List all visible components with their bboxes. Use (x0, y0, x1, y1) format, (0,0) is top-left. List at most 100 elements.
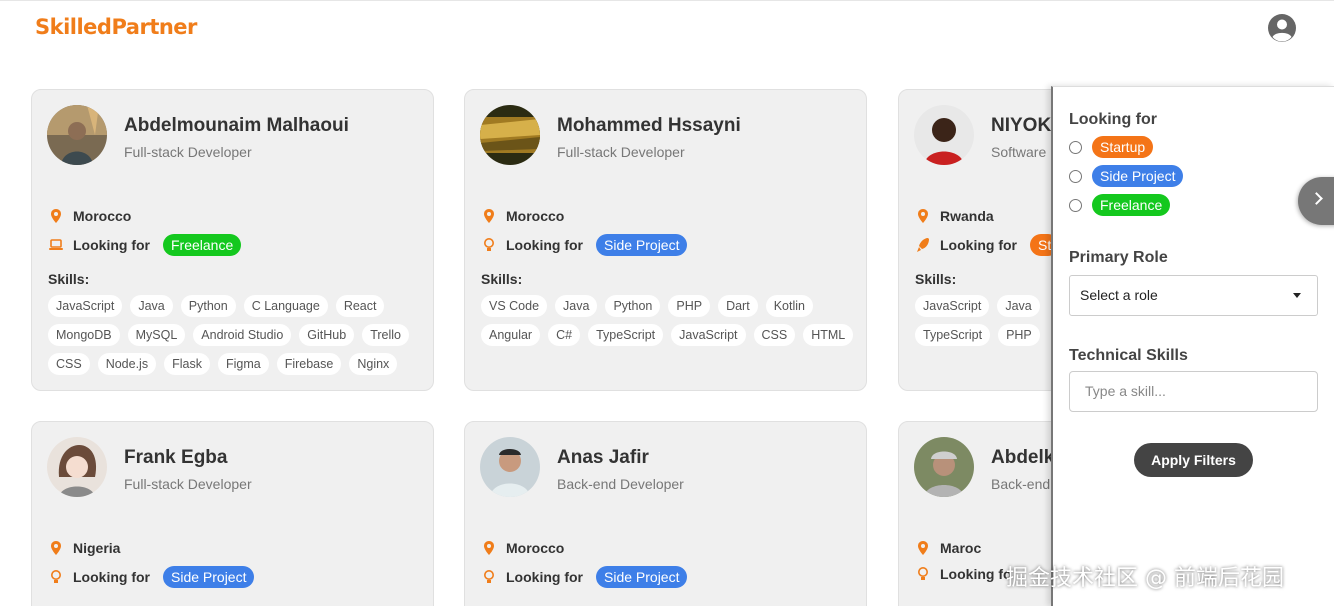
looking-for-label: Looking for (506, 569, 583, 585)
location-text: Nigeria (73, 540, 121, 556)
location-text: Morocco (73, 208, 132, 224)
location-pin-icon (51, 541, 61, 555)
skill-chip: TypeScript (588, 324, 664, 346)
skill-chip: CSS (753, 324, 796, 346)
filter-option-label[interactable]: Side Project (1092, 165, 1184, 187)
location-pin-icon (484, 209, 494, 223)
skill-chip: C# (548, 324, 581, 346)
primary-role-heading: Primary Role (1069, 249, 1168, 266)
radio-button[interactable] (1069, 169, 1082, 183)
skill-chip: PHP (668, 295, 711, 317)
profile-role: Full-stack Developer (557, 144, 685, 160)
looking-for-label: Looking for (73, 237, 150, 253)
avatar (914, 105, 974, 165)
skills-label: Skills: (481, 271, 523, 287)
profile-name[interactable]: Anas Jafir (557, 447, 649, 469)
skills-list: JavaScript Java Python C Language React … (48, 295, 428, 375)
watermark: 掘金技术社区 @ 前端后花园 (1006, 566, 1284, 591)
radio-button[interactable] (1069, 198, 1082, 212)
profile-card[interactable]: Abdelmounaim Malhaoui Full-stack Develop… (31, 89, 434, 391)
filter-option-startup[interactable]: Startup (1069, 136, 1154, 158)
looking-for-label: Looking for (940, 237, 1017, 253)
looking-for-badge: Side Project (596, 566, 688, 588)
location-text: Morocco (506, 540, 565, 556)
profile-card[interactable]: Mohammed Hssayni Full-stack Developer Mo… (464, 89, 867, 391)
lightbulb-icon (918, 567, 928, 580)
skill-chip: TypeScript (915, 324, 991, 346)
profile-role: Back-end Developer (557, 476, 684, 492)
laptop-icon (49, 239, 63, 250)
filter-option-freelance[interactable]: Freelance (1069, 194, 1171, 216)
filter-option-label[interactable]: Startup (1092, 136, 1154, 158)
profile-name[interactable]: Mohammed Hssayni (557, 115, 741, 137)
chevron-down-icon (1293, 293, 1301, 298)
technical-skills-heading: Technical Skills (1069, 347, 1188, 364)
skill-chip: JavaScript (915, 295, 990, 317)
profile-role: Software (991, 144, 1047, 160)
skill-chip: VS Code (481, 295, 548, 317)
location-pin-icon (51, 209, 61, 223)
skill-chip: Java (997, 295, 1040, 317)
looking-for-row: Looking for Side Project (49, 566, 255, 588)
avatar (47, 105, 107, 165)
profile-card[interactable]: Anas Jafir Back-end Developer Morocco Lo… (464, 421, 867, 606)
rocket-icon (917, 238, 929, 252)
user-circle-icon[interactable] (1267, 13, 1297, 43)
skill-chip: Angular (481, 324, 541, 346)
looking-for-label: Looking fo (940, 566, 1012, 582)
skill-chip: CSS (48, 353, 90, 375)
filter-option-side-project[interactable]: Side Project (1069, 165, 1184, 187)
skill-chip: Figma (217, 353, 269, 375)
location-pin-icon (918, 541, 928, 555)
avatar (914, 437, 974, 497)
avatar (480, 105, 540, 165)
skill-chip: JavaScript (48, 295, 123, 317)
location-row: Morocco (482, 208, 564, 224)
profile-name[interactable]: Frank Egba (124, 447, 227, 469)
filter-panel: Looking for Startup Side Project Freelan… (1051, 86, 1334, 606)
location-row: Rwanda (916, 208, 994, 224)
profile-name[interactable]: NIYOK (991, 115, 1051, 137)
skill-input[interactable]: Type a skill... (1069, 371, 1318, 412)
brand-logo[interactable]: SkilledPartner (35, 15, 197, 39)
skill-chip: JavaScript (671, 324, 746, 346)
skill-chip: HTML (803, 324, 854, 346)
profile-role: Full-stack Developer (124, 144, 252, 160)
profile-name[interactable]: Abdelk (991, 447, 1054, 469)
top-bar: SkilledPartner (0, 0, 1334, 60)
radio-button[interactable] (1069, 140, 1082, 154)
looking-for-row: Looking for Freelance (49, 234, 242, 256)
location-row: Morocco (49, 208, 131, 224)
profile-role: Full-stack Developer (124, 476, 252, 492)
looking-for-row: Looking for Side Project (482, 234, 688, 256)
skills-list: JavaScript Java TypeScript PHP (915, 295, 1045, 346)
skill-chip: React (335, 295, 385, 317)
looking-for-label: Looking for (73, 569, 150, 585)
looking-for-badge: Freelance (163, 234, 242, 256)
primary-role-value: Select a role (1080, 287, 1158, 303)
looking-for-row: Looking for Side Project (482, 566, 688, 588)
filter-option-label[interactable]: Freelance (1092, 194, 1171, 216)
skill-chip: Android Studio (193, 324, 292, 346)
location-text: Maroc (940, 540, 982, 556)
skill-chip: Kotlin (765, 295, 813, 317)
location-pin-icon (484, 541, 494, 555)
primary-role-select[interactable]: Select a role (1069, 275, 1318, 316)
looking-for-heading: Looking for (1069, 111, 1157, 128)
location-text: Morocco (506, 208, 565, 224)
lightbulb-icon (484, 570, 494, 583)
looking-for-label: Looking for (506, 237, 583, 253)
skill-chip: Nginx (349, 353, 398, 375)
skill-chip: GitHub (299, 324, 355, 346)
location-row: Morocco (482, 540, 564, 556)
profile-card[interactable]: Frank Egba Full-stack Developer Nigeria … (31, 421, 434, 606)
skill-chip: Python (605, 295, 661, 317)
apply-filters-button[interactable]: Apply Filters (1134, 443, 1253, 477)
skill-chip: Python (180, 295, 236, 317)
profile-name[interactable]: Abdelmounaim Malhaoui (124, 115, 349, 137)
looking-for-badge: Side Project (163, 566, 255, 588)
location-pin-icon (918, 209, 928, 223)
lightbulb-icon (484, 238, 494, 251)
looking-for-row: Looking fo (916, 566, 1012, 582)
location-text: Rwanda (940, 208, 994, 224)
